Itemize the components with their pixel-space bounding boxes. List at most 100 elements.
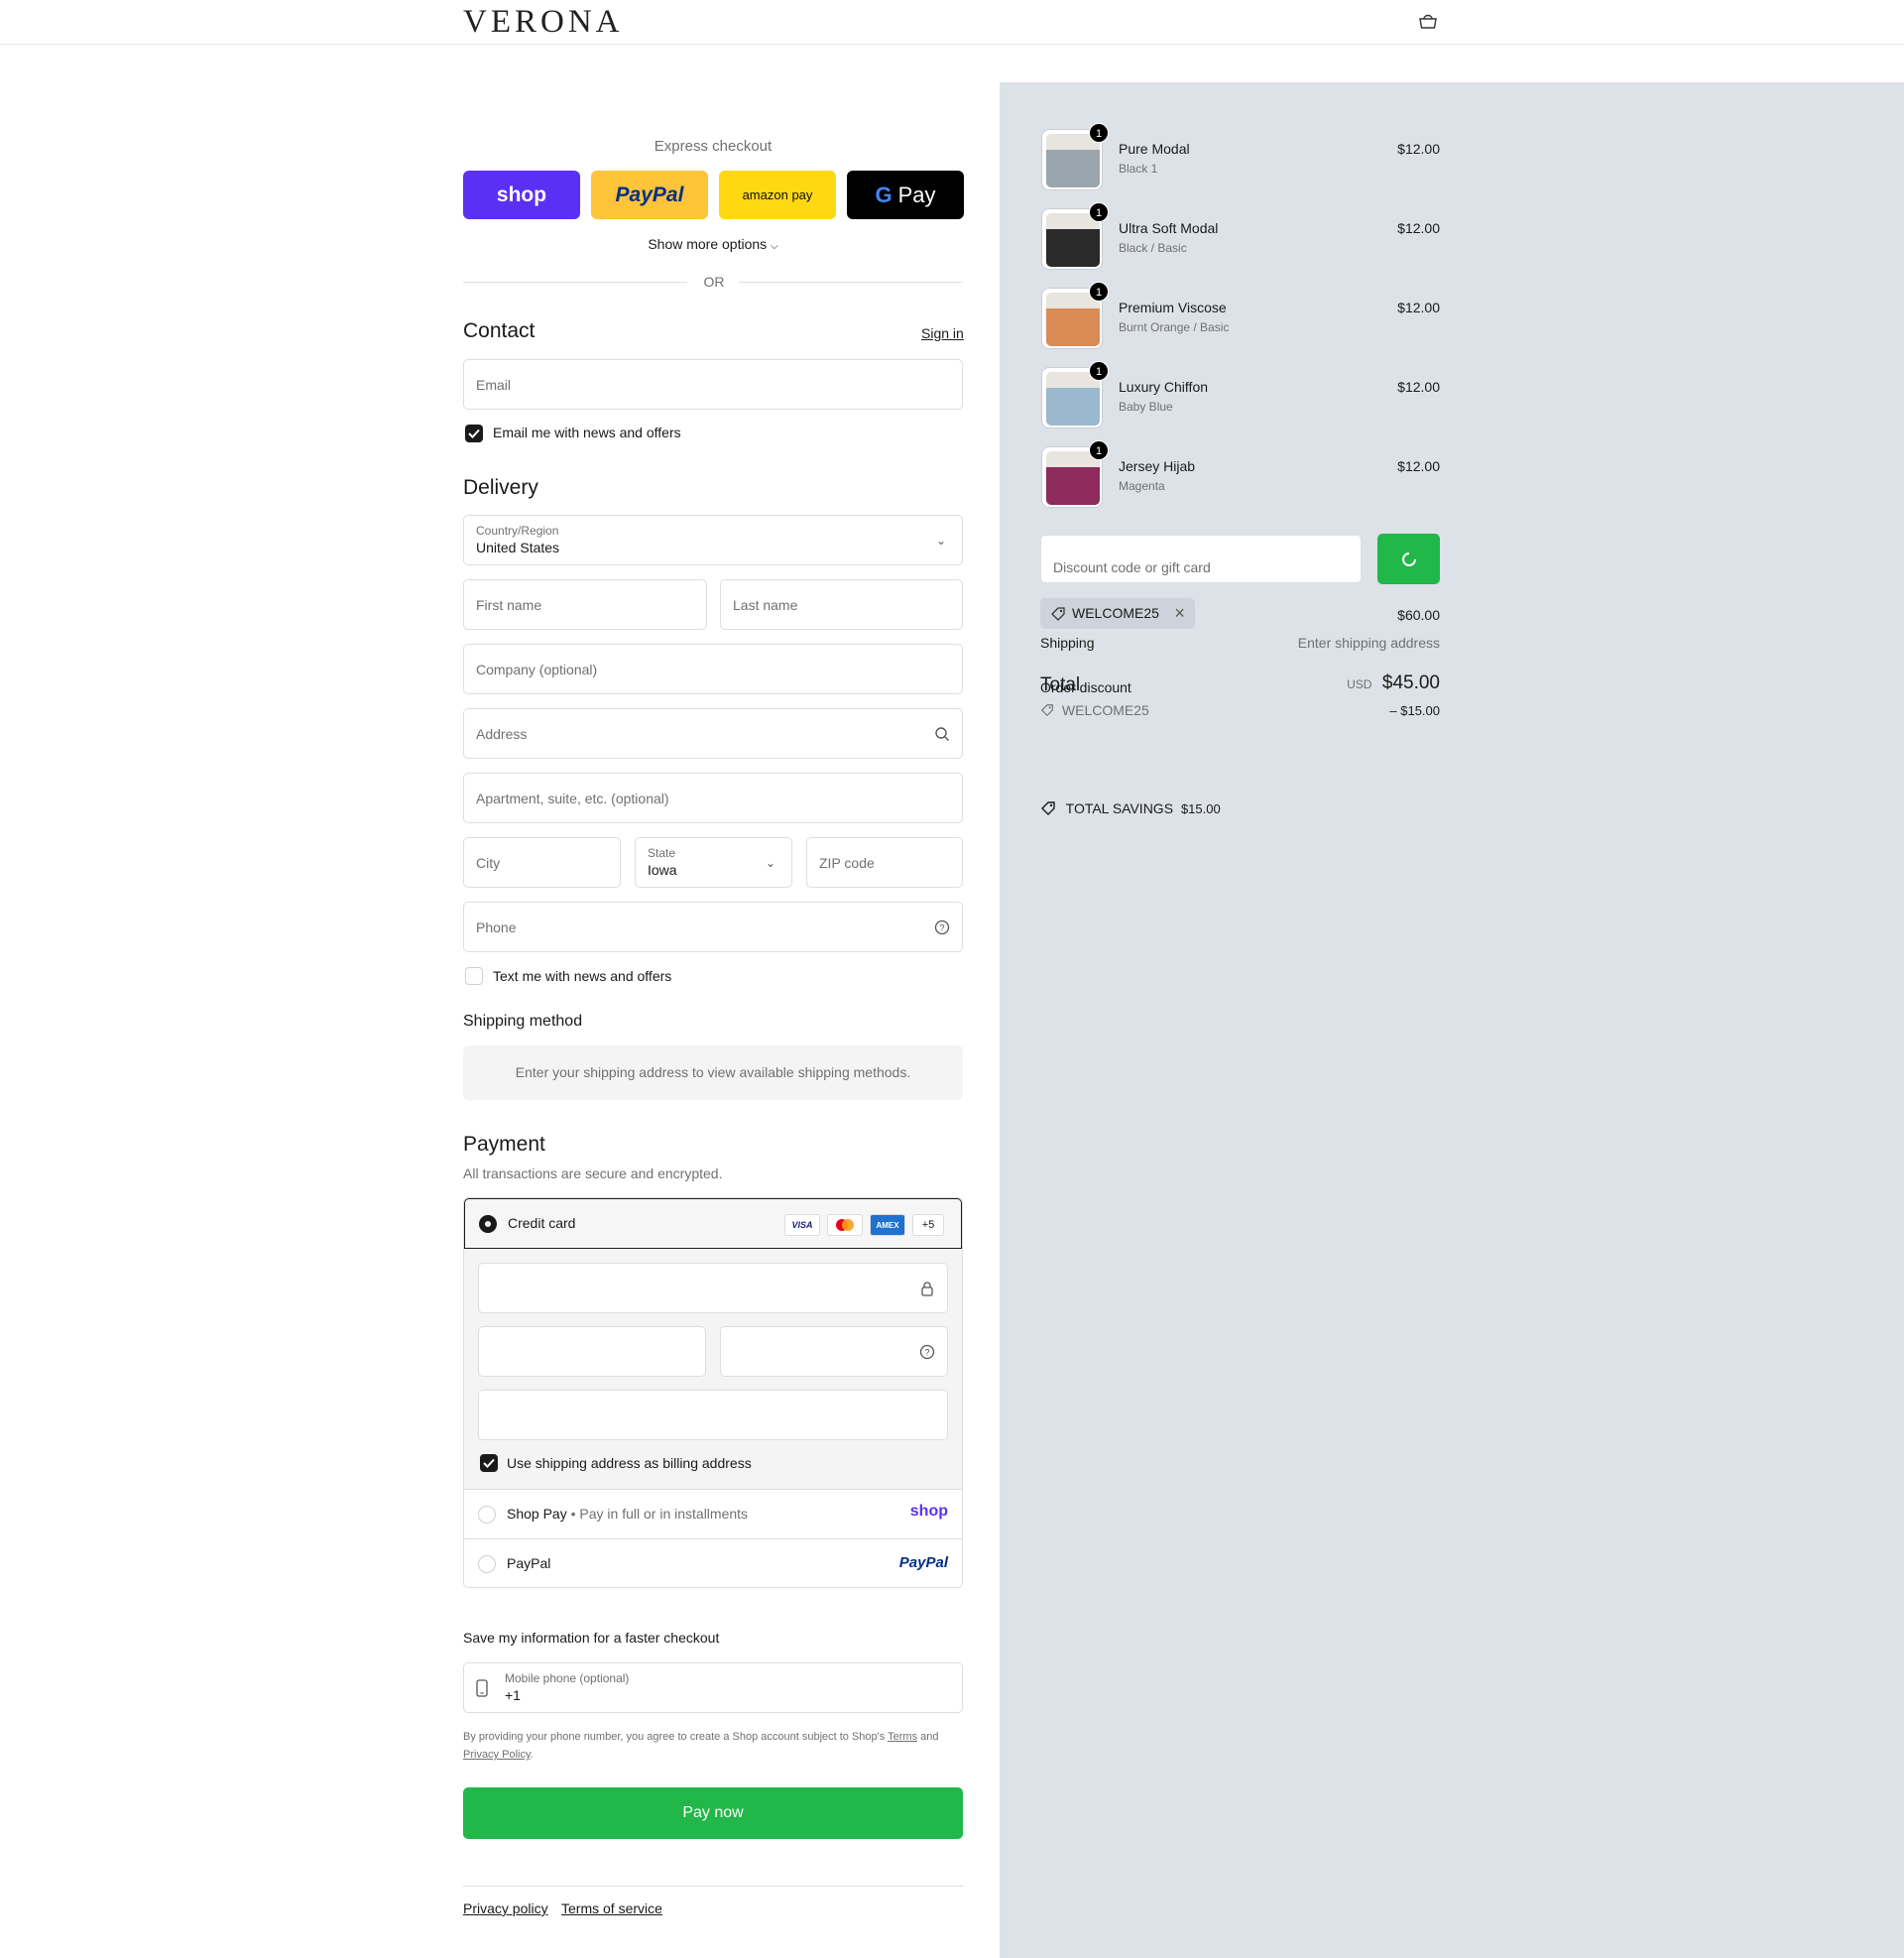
chevron-down-icon: ⌄	[935, 533, 946, 548]
show-more-options-link[interactable]: Show more options ⌵	[463, 236, 963, 252]
product-variant: Black 1	[1119, 162, 1158, 176]
phone-field[interactable]: Phone ?	[463, 902, 963, 952]
payment-methods: Credit card VISA AMEX +5 ? Use shipping …	[463, 1197, 963, 1588]
help-circle-icon[interactable]: ?	[919, 1344, 935, 1360]
shopping-bag-icon[interactable]	[1418, 14, 1438, 30]
security-code-field[interactable]: ?	[720, 1326, 948, 1377]
apartment-field[interactable]: Apartment, suite, etc. (optional)	[463, 773, 963, 823]
amazon-pay-express-button[interactable]: amazon pay	[719, 171, 836, 219]
shipping-method-heading: Shipping method	[463, 1013, 583, 1030]
shop-terms-link[interactable]: Terms	[888, 1731, 917, 1743]
product-variant: Black / Basic	[1119, 241, 1187, 255]
remove-discount-icon[interactable]: ×	[1174, 598, 1185, 629]
product-image	[1046, 372, 1100, 426]
email-news-checkbox[interactable]	[465, 425, 483, 442]
search-icon	[935, 726, 949, 741]
currency-code: USD	[1347, 677, 1372, 691]
state-value: Iowa	[648, 862, 677, 878]
company-field[interactable]: Company (optional)	[463, 644, 963, 694]
amex-icon: AMEX	[870, 1214, 905, 1236]
last-name-field[interactable]: Last name	[720, 579, 963, 630]
sign-in-link[interactable]: Sign in	[921, 325, 964, 341]
mobile-phone-field[interactable]: Mobile phone (optional) +1	[463, 1662, 963, 1713]
pay-now-button[interactable]: Pay now	[463, 1787, 963, 1839]
discount-code-field[interactable]: Discount code or gift card	[1040, 535, 1362, 583]
applied-discount-chip: WELCOME25 ×	[1040, 598, 1195, 629]
legal-period: .	[530, 1749, 534, 1761]
order-discount-code-row: WELCOME25	[1040, 702, 1149, 718]
product-name: Luxury Chiffon	[1119, 379, 1209, 395]
product-name: Pure Modal	[1119, 141, 1190, 157]
terms-of-service-link[interactable]: Terms of service	[561, 1900, 662, 1916]
zip-field[interactable]: ZIP code	[806, 837, 963, 888]
total-savings-label: TOTAL SAVINGS	[1065, 800, 1174, 816]
credit-card-radio[interactable]	[479, 1215, 497, 1233]
name-on-card-field[interactable]	[478, 1390, 948, 1440]
country-select[interactable]: Country/Region United States ⌄	[463, 515, 963, 565]
state-select[interactable]: State Iowa ⌄	[635, 837, 792, 888]
product-image	[1046, 451, 1100, 505]
show-more-options-label: Show more options	[648, 236, 768, 252]
quantity-badge: 1	[1089, 123, 1109, 143]
google-g-icon: G	[875, 182, 892, 207]
product-image	[1046, 293, 1100, 346]
checkmark-icon	[483, 1458, 495, 1468]
shop-pay-option[interactable]: Shop Pay • Pay in full or in installment…	[464, 1490, 962, 1539]
paypal-express-button[interactable]: PayPal	[591, 171, 708, 219]
apply-discount-button[interactable]	[1377, 534, 1440, 584]
credit-card-option[interactable]: Credit card VISA AMEX +5	[464, 1198, 962, 1249]
mobile-phone-value: +1	[505, 1687, 521, 1703]
delivery-heading: Delivery	[463, 476, 538, 499]
paypal-option[interactable]: PayPal PayPal	[464, 1539, 962, 1587]
loading-spinner-icon	[1402, 552, 1416, 566]
shipping-label: Shipping	[1040, 635, 1095, 651]
tag-icon	[1040, 704, 1053, 717]
brand-logo[interactable]: VERONA	[463, 4, 624, 41]
quantity-badge: 1	[1089, 440, 1109, 460]
divider-right	[739, 282, 963, 283]
chevron-down-icon: ⌵	[771, 241, 778, 252]
email-field[interactable]: Email	[463, 359, 963, 410]
product-price: $12.00	[1397, 141, 1440, 157]
credit-card-form: ? Use shipping address as billing addres…	[464, 1249, 962, 1490]
first-name-field[interactable]: First name	[463, 579, 707, 630]
country-label: Country/Region	[476, 524, 559, 538]
card-number-field[interactable]	[478, 1263, 948, 1313]
product-price: $12.00	[1397, 379, 1440, 395]
express-checkout-title: Express checkout	[654, 138, 773, 155]
city-placeholder: City	[476, 854, 501, 871]
state-label: State	[648, 846, 676, 860]
city-field[interactable]: City	[463, 837, 621, 888]
address-field[interactable]: Address	[463, 708, 963, 759]
legal-text: By providing your phone number, you agre…	[463, 1728, 963, 1764]
privacy-policy-link[interactable]: Privacy policy	[463, 1900, 548, 1916]
total-savings-value: $15.00	[1180, 801, 1221, 816]
product-variant: Burnt Orange / Basic	[1119, 320, 1230, 334]
payment-heading: Payment	[463, 1133, 545, 1156]
applied-code-text: WELCOME25	[1072, 605, 1159, 621]
more-cards-badge: +5	[912, 1214, 944, 1236]
help-circle-icon[interactable]: ?	[934, 919, 950, 935]
product-image	[1046, 134, 1100, 187]
divider-left	[463, 282, 687, 283]
order-discount-label: Order discount	[1040, 679, 1131, 695]
total-value: $45.00	[1381, 673, 1440, 693]
google-pay-express-button[interactable]: G Pay	[847, 171, 964, 219]
tag-icon	[1041, 801, 1055, 815]
subtotal-value: $60.00	[1397, 607, 1440, 623]
shop-pay-radio[interactable]	[478, 1506, 496, 1524]
checkmark-icon	[468, 428, 480, 438]
zip-placeholder: ZIP code	[819, 854, 875, 871]
expiration-field[interactable]	[478, 1326, 706, 1377]
mobile-phone-label: Mobile phone (optional)	[505, 1671, 630, 1685]
footer-divider	[463, 1886, 963, 1887]
shop-privacy-link[interactable]: Privacy Policy	[463, 1749, 531, 1761]
paypal-radio[interactable]	[478, 1555, 496, 1573]
shop-pay-name: Shop Pay	[507, 1506, 567, 1522]
discount-code-placeholder: Discount code or gift card	[1053, 559, 1211, 575]
mastercard-icon	[827, 1214, 863, 1236]
text-news-checkbox[interactable]	[465, 967, 483, 985]
quantity-badge: 1	[1089, 202, 1109, 222]
billing-address-checkbox[interactable]	[480, 1454, 498, 1472]
shop-pay-express-button[interactable]: shop	[463, 171, 580, 219]
